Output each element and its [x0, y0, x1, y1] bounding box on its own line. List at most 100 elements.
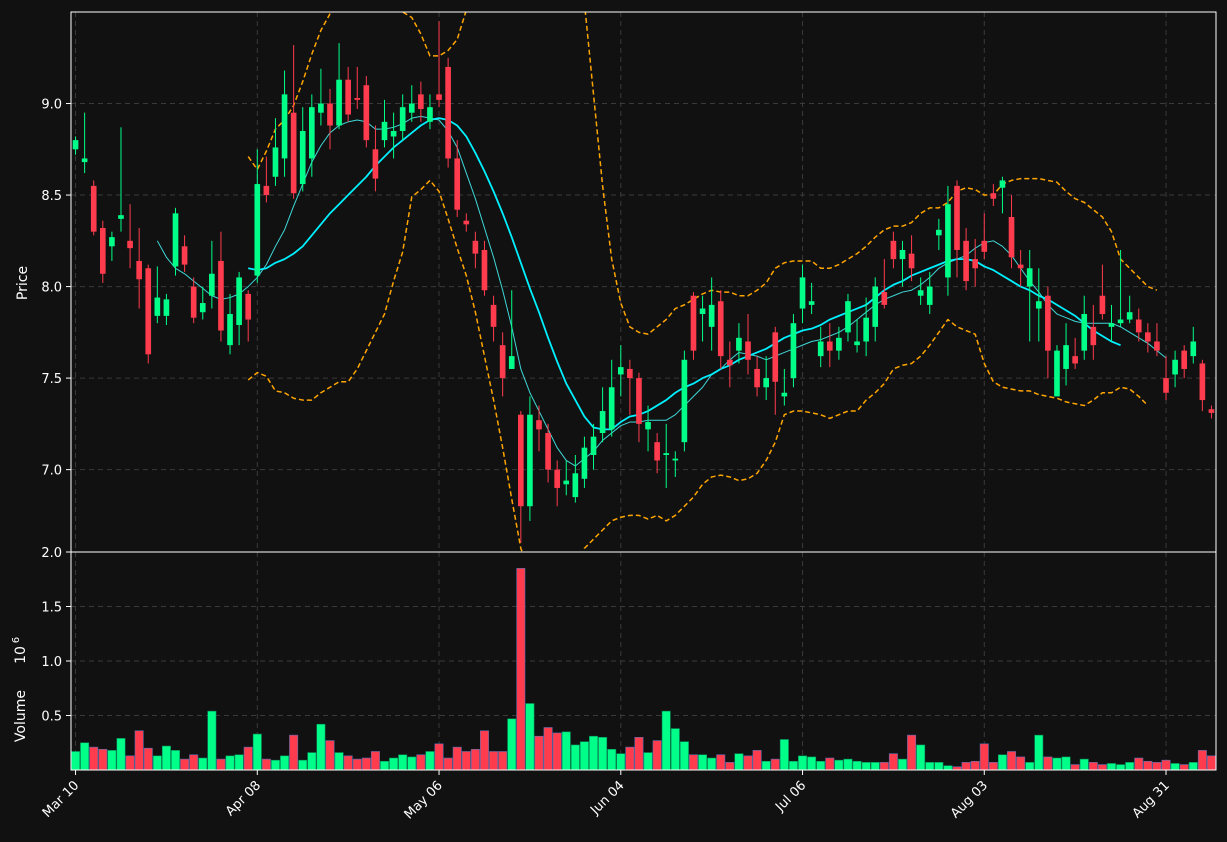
candle-body	[627, 368, 633, 379]
volume-bar	[298, 759, 308, 771]
volume-bar	[89, 746, 99, 771]
volume-bar	[698, 754, 708, 771]
volume-bar	[343, 755, 353, 771]
volume-bar	[316, 723, 326, 771]
volume-bar	[1170, 763, 1180, 771]
volume-bar	[788, 760, 798, 771]
candle-body	[381, 121, 388, 141]
volume-bar	[888, 753, 898, 771]
volume-bar	[516, 568, 526, 771]
candle-body	[608, 387, 615, 430]
volume-bar	[925, 762, 935, 771]
volume-tick-label: 1.0	[41, 655, 62, 670]
volume-bar	[443, 757, 453, 771]
volume-bar	[534, 735, 544, 771]
candle-body	[1054, 350, 1060, 397]
volume-bar	[1070, 764, 1080, 771]
candle-body	[109, 237, 115, 247]
volume-bar	[398, 754, 408, 771]
candle-body	[945, 204, 951, 278]
candle-body	[845, 301, 851, 333]
volume-bar	[1061, 756, 1071, 771]
volume-bar	[561, 731, 571, 771]
volume-bar	[616, 753, 626, 771]
volume-bar	[1043, 756, 1053, 771]
volume-bar	[779, 739, 789, 771]
volume-bar	[752, 750, 762, 771]
volume-bar	[1107, 763, 1116, 771]
volume-axis-title: Volume	[13, 690, 29, 742]
candle-body	[81, 158, 88, 163]
volume-bar	[825, 757, 835, 771]
volume-bar	[1052, 757, 1062, 771]
volume-bar	[270, 759, 280, 771]
volume-bar	[961, 762, 971, 771]
candle-body	[763, 378, 769, 388]
candle-body	[99, 228, 106, 274]
candle-body	[1199, 363, 1206, 401]
candle-body	[136, 260, 142, 280]
volume-bar	[734, 753, 744, 771]
candle-body	[836, 337, 842, 351]
volume-bar	[280, 755, 290, 771]
candle-body	[454, 158, 461, 210]
volume-bar	[979, 743, 989, 771]
volume-bar	[71, 751, 81, 771]
volume-bar	[707, 757, 717, 771]
volume-bar	[916, 744, 926, 771]
candle-body	[190, 286, 197, 318]
candle-body	[172, 213, 179, 267]
volume-bar	[389, 757, 399, 771]
price-tick-label: 8.5	[41, 189, 62, 204]
candle-body	[181, 246, 188, 265]
candle-body	[899, 249, 906, 260]
candle-body	[1081, 314, 1088, 351]
candle-body	[1035, 301, 1042, 309]
candle-body	[1026, 268, 1033, 287]
volume-bar	[743, 755, 753, 771]
volume-bar	[970, 760, 980, 771]
volume-bar	[1179, 764, 1189, 771]
volume-bar	[1197, 750, 1207, 771]
candle-body	[926, 286, 933, 305]
candle-body	[826, 341, 833, 351]
volume-bar	[943, 765, 953, 771]
candle-body	[272, 147, 279, 177]
candle-body	[1126, 312, 1133, 320]
candle-body	[463, 220, 470, 225]
volume-bar	[361, 757, 371, 771]
volume-bar	[843, 758, 853, 771]
volume-bar	[1088, 762, 1098, 771]
candle-body	[599, 411, 606, 434]
stock-chart: 7.07.58.08.59.00.51.01.52.0 Mar 10 Apr 08…	[0, 0, 1227, 842]
volume-bar	[370, 751, 380, 771]
volume-bar	[834, 759, 844, 771]
volume-bar	[579, 741, 589, 771]
volume-bar	[189, 754, 199, 771]
volume-bar	[1206, 755, 1216, 771]
candle-body	[790, 323, 797, 379]
volume-bar	[461, 751, 471, 771]
volume-bar	[770, 758, 780, 771]
candle-body	[717, 301, 724, 357]
volume-bar	[861, 762, 871, 771]
candle-body	[808, 301, 815, 305]
candle-body	[1117, 319, 1124, 324]
candle-body	[754, 368, 760, 388]
volume-bar	[498, 751, 508, 771]
volume-tick-label: 0.5	[41, 710, 62, 725]
candle-body	[72, 140, 79, 150]
candle-body	[690, 295, 697, 351]
candle-body	[1181, 350, 1188, 369]
candle-body	[681, 359, 688, 443]
volume-bar	[598, 736, 608, 771]
volume-bar	[243, 746, 253, 771]
volume-bar	[552, 732, 562, 771]
candle-body	[399, 107, 406, 131]
price-tick-label: 9.0	[41, 98, 62, 113]
candle-body	[1190, 341, 1197, 357]
volume-bar	[325, 740, 335, 771]
candle-body	[1072, 356, 1078, 364]
volume-bar	[670, 728, 680, 771]
volume-bar	[870, 762, 880, 771]
